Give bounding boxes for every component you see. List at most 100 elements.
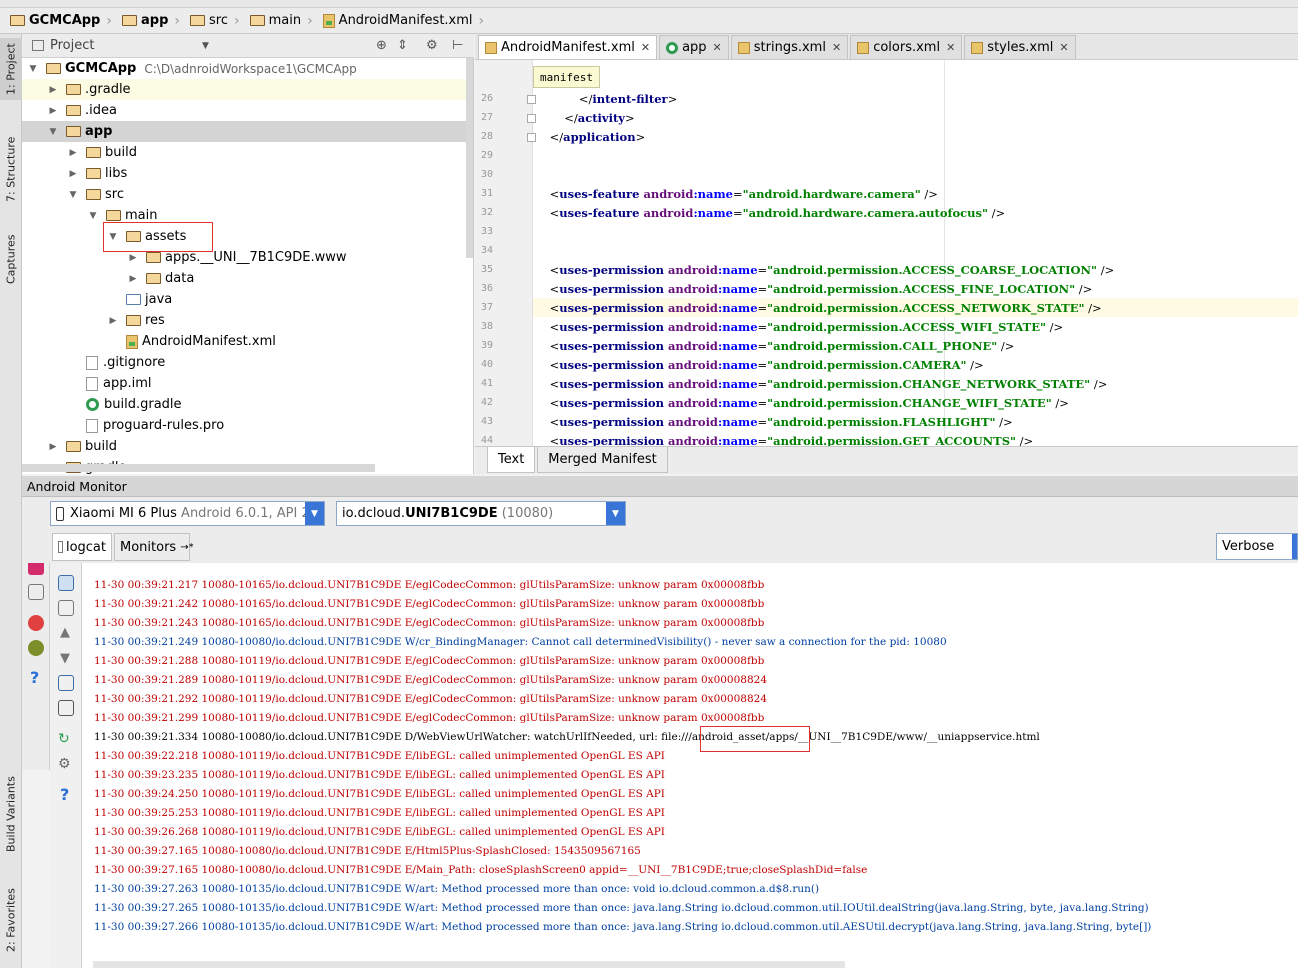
chevron-down-icon[interactable]: ▼ <box>305 502 324 525</box>
log-line[interactable]: 11-30 00:39:27.265 10080-10135/io.dcloud… <box>94 898 1149 917</box>
tab-merged-manifest[interactable]: Merged Manifest <box>537 447 668 473</box>
log-line[interactable]: 11-30 00:39:21.217 10080-10165/io.dcloud… <box>94 575 764 594</box>
code-line[interactable]: < uses-feature android:name = "android.hard… <box>535 184 938 203</box>
help-icon[interactable]: ? <box>30 668 39 687</box>
soft-wrap-icon[interactable] <box>58 675 74 691</box>
log-line[interactable]: 11-30 00:39:21.289 10080-10119/io.dcloud… <box>94 670 767 689</box>
code-line[interactable]: </intent-filter > <box>535 89 677 108</box>
code-line[interactable]: </activity > <box>535 108 634 127</box>
tree-item[interactable]: ▶ libs <box>22 163 473 184</box>
chevron-right-icon[interactable]: ▶ <box>66 148 80 158</box>
chevron-down-icon[interactable]: ▼ <box>606 502 625 525</box>
tree-item[interactable]: ▶ data <box>22 268 473 289</box>
log-line[interactable]: 11-30 00:39:21.288 10080-10119/io.dcloud… <box>94 651 764 670</box>
close-icon[interactable]: ✕ <box>713 41 722 54</box>
log-line[interactable]: 11-30 00:39:21.242 10080-10165/io.dcloud… <box>94 594 764 613</box>
tab-text[interactable]: Text <box>487 447 536 473</box>
log-line[interactable]: 11-30 00:39:22.218 10080-10119/io.dcloud… <box>94 746 665 765</box>
tree-item[interactable]: ▶ res <box>22 310 473 331</box>
breadcrumb-item-main[interactable]: main › <box>246 10 319 32</box>
trash-icon[interactable] <box>58 575 74 591</box>
code-line[interactable]: < uses-permission android:name = "android.p… <box>535 279 1093 298</box>
log-line[interactable]: 11-30 00:39:27.165 10080-10080/io.dcloud… <box>94 841 641 860</box>
gear-icon[interactable]: ⚙ <box>58 756 71 772</box>
editor-tab[interactable]: app ✕ <box>659 35 729 59</box>
tab-monitors[interactable]: Monitors →* <box>114 533 194 561</box>
chevron-right-icon[interactable]: ▶ <box>46 442 60 452</box>
editor-gutter[interactable]: 26 27 28 29 30 31 32 33 34 35 36 37 38 39 40 41 42 43 44 <box>475 60 536 446</box>
breadcrumb-item-project[interactable]: GCMCApp › <box>6 10 118 32</box>
tree-item[interactable]: ▼ src <box>22 184 473 205</box>
arrow-down-icon[interactable]: ▼ <box>60 651 70 666</box>
log-line[interactable]: 11-30 00:39:27.165 10080-10080/io.dcloud… <box>94 860 867 879</box>
log-line[interactable]: 11-30 00:39:24.250 10080-10119/io.dcloud… <box>94 784 665 803</box>
log-line[interactable]: 11-30 00:39:27.266 10080-10135/io.dcloud… <box>94 917 1151 936</box>
code-line[interactable]: < uses-permission android:name = "android.p… <box>535 412 1013 431</box>
code-line[interactable]: < uses-permission android:name = "android.p… <box>535 393 1069 412</box>
tree-item[interactable]: ▼ assets <box>22 226 473 247</box>
gc-icon[interactable] <box>28 640 44 656</box>
code-line[interactable]: < uses-permission android:name = "android.p… <box>535 374 1108 393</box>
tree-item[interactable]: ▶ apps.__UNI__7B1C9DE.www <box>22 247 473 268</box>
chevron-down-icon[interactable] <box>1292 534 1297 559</box>
close-icon[interactable]: ✕ <box>832 41 841 54</box>
code-line[interactable]: < uses-feature android:name = "android.hard… <box>535 203 1006 222</box>
tree-item[interactable]: .gitignore <box>22 352 473 373</box>
gear-icon[interactable]: ⚙ <box>426 38 438 53</box>
tool-tab-captures[interactable]: Captures <box>0 224 22 294</box>
close-icon[interactable]: ✕ <box>946 41 955 54</box>
code-editor[interactable]: 26 27 28 29 30 31 32 33 34 35 36 37 38 39 40 41 42 43 44 <… <box>475 60 1298 446</box>
print-icon[interactable] <box>58 700 74 716</box>
log-line[interactable]: 11-30 00:39:21.299 10080-10119/io.dcloud… <box>94 708 764 727</box>
tree-item[interactable]: build.gradle <box>22 394 473 415</box>
tree-item[interactable]: app.iml <box>22 373 473 394</box>
tree-item[interactable]: ▶ build <box>22 436 473 457</box>
chevron-right-icon[interactable]: ▶ <box>46 85 60 95</box>
log-line[interactable]: 11-30 00:39:21.292 10080-10119/io.dcloud… <box>94 689 767 708</box>
vertical-scrollbar[interactable] <box>466 58 473 258</box>
close-icon[interactable]: ✕ <box>641 41 650 54</box>
tool-tab-structure[interactable]: 7: Structure <box>0 128 22 210</box>
horizontal-scrollbar[interactable] <box>93 961 845 968</box>
horizontal-scrollbar[interactable] <box>22 464 375 472</box>
editor-tab[interactable]: styles.xml ✕ <box>964 35 1076 59</box>
code-line[interactable]: < uses-permission android:name = "android.p… <box>533 298 1298 317</box>
code-line[interactable]: < uses-permission android:name = "android.p… <box>535 431 1034 447</box>
breadcrumb-item-src[interactable]: src › <box>186 10 246 32</box>
device-selector[interactable]: Xiaomi MI 6 Plus Android 6.0.1, API 23 ▼ <box>50 501 325 526</box>
tree-item[interactable]: ▼ app <box>22 121 473 142</box>
tree-item[interactable]: java <box>22 289 473 310</box>
chevron-down-icon[interactable]: ▼ <box>202 41 209 51</box>
breadcrumb-item-manifest[interactable]: AndroidManifest.xml › <box>319 10 490 32</box>
code-line[interactable]: < uses-permission android:name = "android.p… <box>535 260 1115 279</box>
collapse-all-icon[interactable]: ⇕ <box>397 38 408 53</box>
code-line[interactable]: </application > <box>535 127 646 146</box>
log-line[interactable]: 11-30 00:39:21.249 10080-10080/io.dcloud… <box>94 632 947 651</box>
tool-tab-favorites[interactable]: 2: Favorites <box>0 880 22 960</box>
tree-item[interactable]: ▼ GCMCApp C:\D\adnroidWorkspace1\GCMCApp <box>22 58 473 79</box>
code-line[interactable]: < uses-permission android:name = "android.p… <box>535 336 1015 355</box>
tool-tab-build-variants[interactable]: Build Variants <box>0 766 22 862</box>
tab-logcat[interactable]: logcat <box>52 533 112 561</box>
code-line[interactable]: < uses-permission android:name = "android.p… <box>535 317 1064 336</box>
log-line[interactable]: 11-30 00:39:21.243 10080-10165/io.dcloud… <box>94 613 764 632</box>
tree-item[interactable]: ▶ .idea <box>22 100 473 121</box>
editor-tab[interactable]: strings.xml ✕ <box>730 35 849 59</box>
editor-tab[interactable]: colors.xml ✕ <box>850 35 963 59</box>
tool-tab-project[interactable]: 1: Project <box>0 38 22 100</box>
arrow-up-icon[interactable]: ▲ <box>60 625 70 640</box>
close-icon[interactable]: ✕ <box>1059 41 1068 54</box>
tree-item[interactable]: ▶ .gradle <box>22 79 473 100</box>
breadcrumb-item-app[interactable]: app › <box>118 10 186 32</box>
chevron-down-icon[interactable]: ▼ <box>26 64 40 74</box>
chevron-down-icon[interactable]: ▼ <box>46 127 60 137</box>
log-line[interactable]: 11-30 00:39:27.263 10080-10135/io.dcloud… <box>94 879 819 898</box>
hide-panel-icon[interactable]: ⊢ <box>452 38 463 53</box>
scroll-to-end-icon[interactable] <box>58 600 74 616</box>
chevron-right-icon[interactable]: ▶ <box>106 316 120 326</box>
tree-item[interactable]: AndroidManifest.xml <box>22 331 473 352</box>
project-view-selector[interactable]: Project <box>50 38 94 53</box>
process-selector[interactable]: io.dcloud. UNI7B1C9DE (10080) ▼ <box>336 501 626 526</box>
logcat-output[interactable]: 11-30 00:39:21.217 10080-10165/io.dcloud… <box>82 563 1298 968</box>
editor-tab[interactable]: AndroidManifest.xml ✕ <box>478 35 658 59</box>
